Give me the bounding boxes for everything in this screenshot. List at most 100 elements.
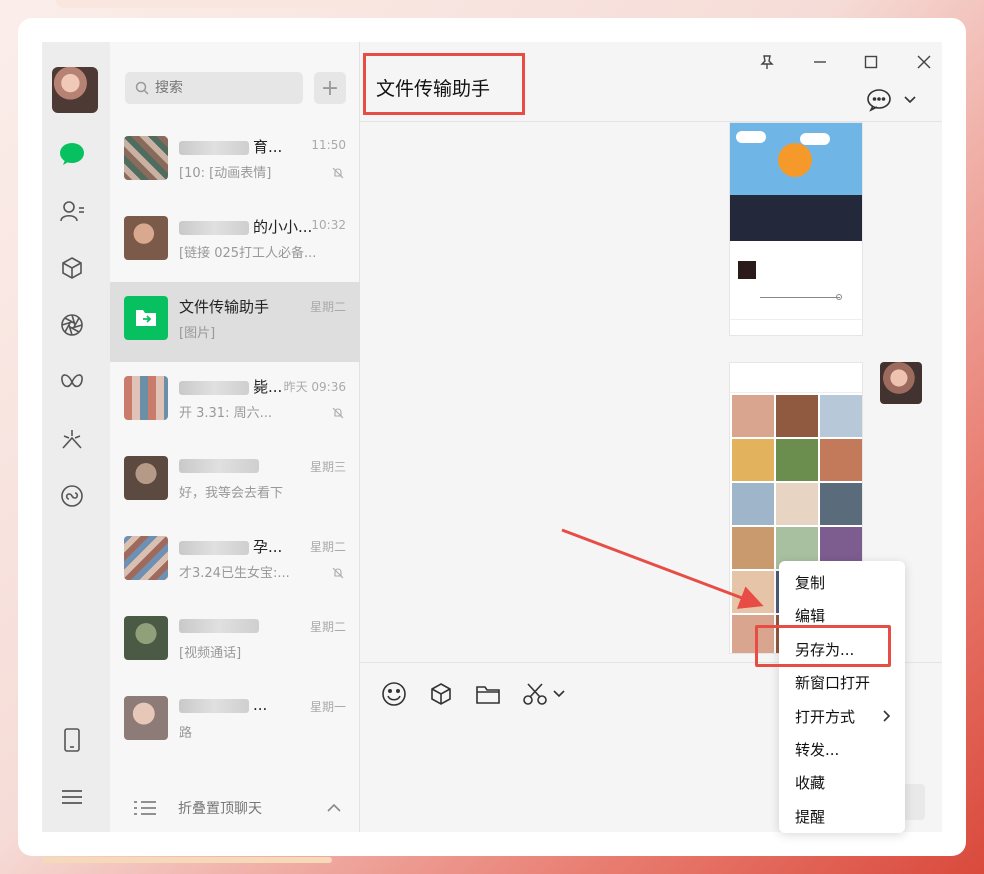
context-menu-item[interactable]: 收藏 (779, 767, 905, 800)
search-input[interactable] (155, 80, 285, 96)
context-menu: 复制 编辑 另存为... 新窗口打开 打开方式 转发... 收藏 提醒 (779, 561, 905, 833)
context-menu-item-label: 复制 (795, 574, 826, 592)
chat-name: 文件传输助手 (179, 298, 270, 316)
chat-list-item[interactable]: 毙... 开 3.31: 周六... 昨天 09:36 (110, 362, 360, 442)
chat-list-panel: + 育... [10: [动画表情] 11:50 的小小... [链接 025打工人必备… (110, 42, 360, 832)
chat-list-item[interactable]: 的小小... [链接 025打工人必备... 10:32 (110, 202, 360, 282)
photo-thumbnail (732, 527, 774, 569)
mini-program-icon[interactable] (58, 482, 86, 510)
chat-list-item[interactable]: ... 路 星期一 (110, 682, 360, 762)
conversation-title: 文件传输助手 (376, 78, 491, 100)
image-topbar (730, 363, 862, 393)
context-menu-item[interactable]: 复制 (779, 567, 905, 600)
chat-time: 昨天 09:36 (283, 380, 346, 394)
chat-last-message: 才3.24已生女宝:... (179, 566, 290, 581)
context-menu-item[interactable]: 新窗口打开 (779, 667, 905, 700)
search-box[interactable] (125, 72, 303, 104)
fold-label: 折叠置顶聊天 (178, 801, 262, 817)
chevron-down-icon[interactable] (898, 88, 922, 112)
photo-thumbnail (776, 483, 818, 525)
top-stories-icon[interactable] (58, 425, 86, 453)
chat-avatar (124, 616, 168, 660)
cube-icon[interactable] (58, 254, 86, 282)
minimize-icon[interactable] (808, 50, 832, 74)
chat-time: 星期二 (309, 620, 346, 634)
folder-icon (136, 310, 156, 326)
mute-bell-icon (332, 404, 344, 419)
chat-list-item[interactable]: 好，我等会去看下 星期三 (110, 442, 360, 522)
image-sun (778, 143, 812, 177)
close-icon[interactable] (912, 50, 936, 74)
image-progress-line (760, 297, 840, 298)
blurred-name (179, 220, 249, 235)
chat-avatar (124, 136, 168, 180)
user-avatar[interactable] (52, 67, 98, 113)
context-menu-item-label: 打开方式 (795, 707, 856, 726)
chat-avatar (124, 376, 168, 420)
chat-avatar (124, 216, 168, 260)
chat-list-item[interactable]: 孕... 才3.24已生女宝:... 星期二 (110, 522, 360, 602)
image-progress-knob (836, 294, 842, 300)
cube-icon[interactable] (427, 680, 455, 708)
image-message[interactable] (729, 122, 863, 336)
contacts-icon[interactable] (58, 197, 86, 225)
chat-last-message: 开 3.31: 周六... (179, 406, 272, 421)
chat-avatar (124, 696, 168, 740)
chevron-down-icon[interactable] (552, 680, 566, 708)
chat-name: 的小小... (253, 218, 313, 236)
chat-list-item[interactable]: 文件传输助手 [图片] 星期二 (110, 282, 360, 362)
blurred-name (179, 458, 259, 473)
maximize-icon[interactable] (859, 50, 883, 74)
add-button[interactable]: + (314, 72, 346, 104)
photo-thumbnail (820, 439, 862, 481)
my-avatar[interactable] (880, 362, 922, 404)
fold-pinned-chats[interactable]: 折叠置顶聊天 (110, 784, 360, 832)
context-menu-item[interactable]: 提醒 (779, 801, 905, 834)
chat-time: 11:50 (311, 138, 346, 152)
image-dark-band (730, 195, 862, 241)
mute-bell-icon (332, 164, 344, 179)
scissors-icon[interactable] (521, 680, 549, 708)
chat-avatar (124, 456, 168, 500)
emoji-icon[interactable] (380, 680, 408, 708)
chat-time: 星期一 (309, 700, 346, 714)
chat-list-item[interactable]: [视频通话] 星期二 (110, 602, 360, 682)
chat-last-message: [链接 025打工人必备... (179, 246, 317, 261)
conversation-header: 文件传输助手 (360, 42, 942, 122)
chat-info-icon[interactable] (865, 86, 893, 114)
list-icon (134, 801, 156, 815)
chat-name: 育... (253, 138, 283, 156)
chevron-right-icon (883, 701, 891, 734)
chat-time: 10:32 (311, 218, 346, 232)
context-menu-item[interactable]: 转发... (779, 734, 905, 767)
blurred-name (179, 540, 249, 555)
nav-rail (42, 42, 110, 832)
file-transfer-avatar (124, 296, 168, 340)
chat-name: 毙... (253, 378, 283, 396)
image-cloud (800, 133, 830, 145)
photo-thumbnail (732, 571, 774, 613)
blurred-name (179, 698, 249, 713)
pin-icon[interactable] (755, 50, 779, 74)
decor-strip-top (56, 0, 376, 8)
moments-icon[interactable] (58, 311, 86, 339)
chat-name: ... (253, 696, 268, 714)
chat-time: 星期三 (309, 460, 346, 474)
chat-time: 星期二 (309, 540, 346, 554)
context-menu-item-label: 转发... (795, 741, 840, 759)
photo-thumbnail (776, 439, 818, 481)
mute-bell-icon (332, 564, 344, 579)
context-menu-item[interactable]: 打开方式 (779, 701, 905, 734)
photo-thumbnail (732, 395, 774, 437)
menu-icon[interactable] (58, 783, 86, 811)
plus-icon: + (320, 75, 340, 101)
chat-list-item[interactable]: 育... [10: [动画表情] 11:50 (110, 122, 360, 202)
channels-icon[interactable] (58, 368, 86, 396)
folder-icon[interactable] (474, 680, 502, 708)
image-cloud (736, 131, 766, 143)
blurred-name (179, 618, 259, 633)
context-menu-item-label: 编辑 (795, 607, 826, 626)
chat-icon[interactable] (58, 140, 86, 168)
blurred-name (179, 140, 249, 155)
phone-icon[interactable] (58, 726, 86, 754)
